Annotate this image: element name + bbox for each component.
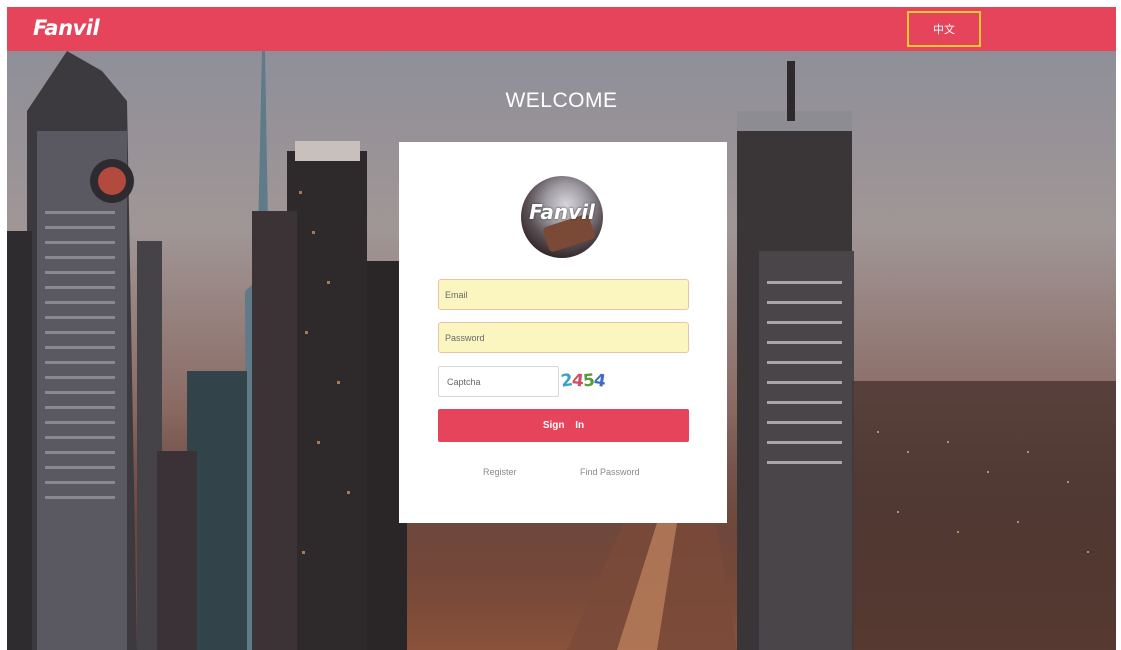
captcha-image[interactable]: 2 4 5 4	[560, 368, 607, 394]
page-frame: Fanvil 中文 WELCOME Fanvil Email Captcha 2…	[7, 7, 1116, 650]
find-password-link[interactable]: Find Password	[580, 467, 640, 477]
fanvil-logo: Fanvil	[33, 16, 100, 40]
language-switch-button[interactable]: 中文	[907, 11, 981, 47]
avatar-brand-text: Fanvil	[529, 200, 595, 224]
captcha-char: 4	[592, 370, 606, 392]
brand-avatar: Fanvil	[521, 176, 603, 258]
top-bar: Fanvil 中文	[7, 7, 1116, 51]
register-link[interactable]: Register	[483, 467, 517, 477]
captcha-input[interactable]	[438, 366, 559, 397]
email-input[interactable]	[438, 279, 689, 310]
sign-in-button[interactable]: Sign In	[438, 409, 689, 442]
welcome-heading: WELCOME	[505, 89, 618, 112]
login-card: Fanvil 2 4 5 4 Sign In Register Find Pas…	[399, 142, 727, 523]
password-input[interactable]	[438, 322, 689, 353]
